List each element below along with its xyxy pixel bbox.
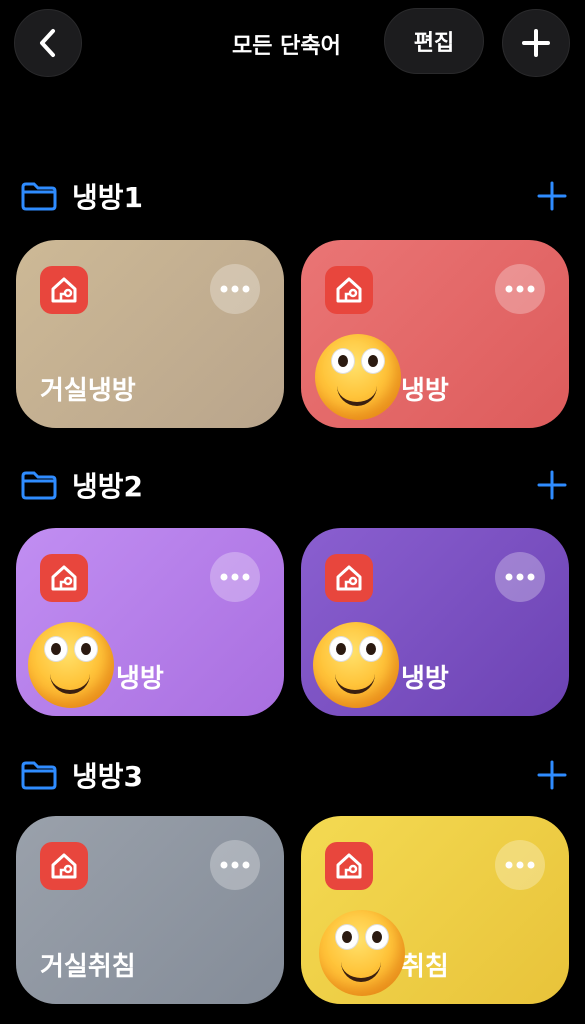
plus-icon[interactable]	[537, 470, 567, 500]
smiley-emoji-icon	[315, 334, 401, 420]
folder-icon	[21, 182, 57, 211]
home-app-icon	[40, 554, 88, 602]
section-title: 냉방1	[72, 181, 144, 214]
shortcut-card[interactable]: 거실냉방	[16, 240, 284, 428]
more-button[interactable]	[210, 264, 260, 314]
section-header-3: 냉방3	[20, 755, 143, 795]
chevron-left-icon	[40, 29, 55, 57]
plus-icon[interactable]	[537, 760, 567, 790]
card-label: 냉방	[116, 664, 164, 694]
shortcut-card[interactable]: 냉방	[301, 240, 569, 428]
card-label: 취침	[401, 952, 449, 982]
shortcut-card[interactable]: 냉방	[16, 528, 284, 716]
more-button[interactable]	[495, 552, 545, 602]
plus-icon	[522, 29, 550, 57]
smiley-emoji-icon	[28, 622, 114, 708]
shortcut-card[interactable]: 냉방	[301, 528, 569, 716]
home-app-icon	[40, 266, 88, 314]
card-label: 거실취침	[40, 952, 136, 982]
more-button[interactable]	[210, 840, 260, 890]
section-title: 냉방3	[72, 760, 144, 793]
more-button[interactable]	[210, 552, 260, 602]
plus-icon[interactable]	[537, 181, 567, 211]
section-header-1: 냉방1	[20, 176, 143, 216]
folder-icon	[21, 761, 57, 790]
shortcut-card[interactable]: 거실취침	[16, 816, 284, 1004]
more-icon	[220, 861, 250, 869]
back-button[interactable]	[14, 9, 82, 77]
home-app-icon	[325, 842, 373, 890]
more-icon	[220, 573, 250, 581]
home-app-icon	[40, 842, 88, 890]
home-app-icon	[325, 554, 373, 602]
folder-icon	[21, 471, 57, 500]
card-label: 거실냉방	[40, 376, 136, 406]
more-icon	[505, 861, 535, 869]
smiley-emoji-icon	[319, 910, 405, 996]
more-button[interactable]	[495, 840, 545, 890]
home-app-icon	[325, 266, 373, 314]
shortcut-card[interactable]: 취침	[301, 816, 569, 1004]
section-header-2: 냉방2	[20, 465, 143, 505]
more-icon	[220, 285, 250, 293]
more-icon	[505, 285, 535, 293]
add-shortcut-button[interactable]	[502, 9, 570, 77]
card-label: 냉방	[401, 664, 449, 694]
edit-button[interactable]: 편집	[384, 8, 484, 74]
more-button[interactable]	[495, 264, 545, 314]
more-icon	[505, 573, 535, 581]
card-label: 냉방	[401, 376, 449, 406]
page-title: 모든 단축어	[232, 34, 341, 59]
section-title: 냉방2	[72, 470, 144, 503]
smiley-emoji-icon	[313, 622, 399, 708]
